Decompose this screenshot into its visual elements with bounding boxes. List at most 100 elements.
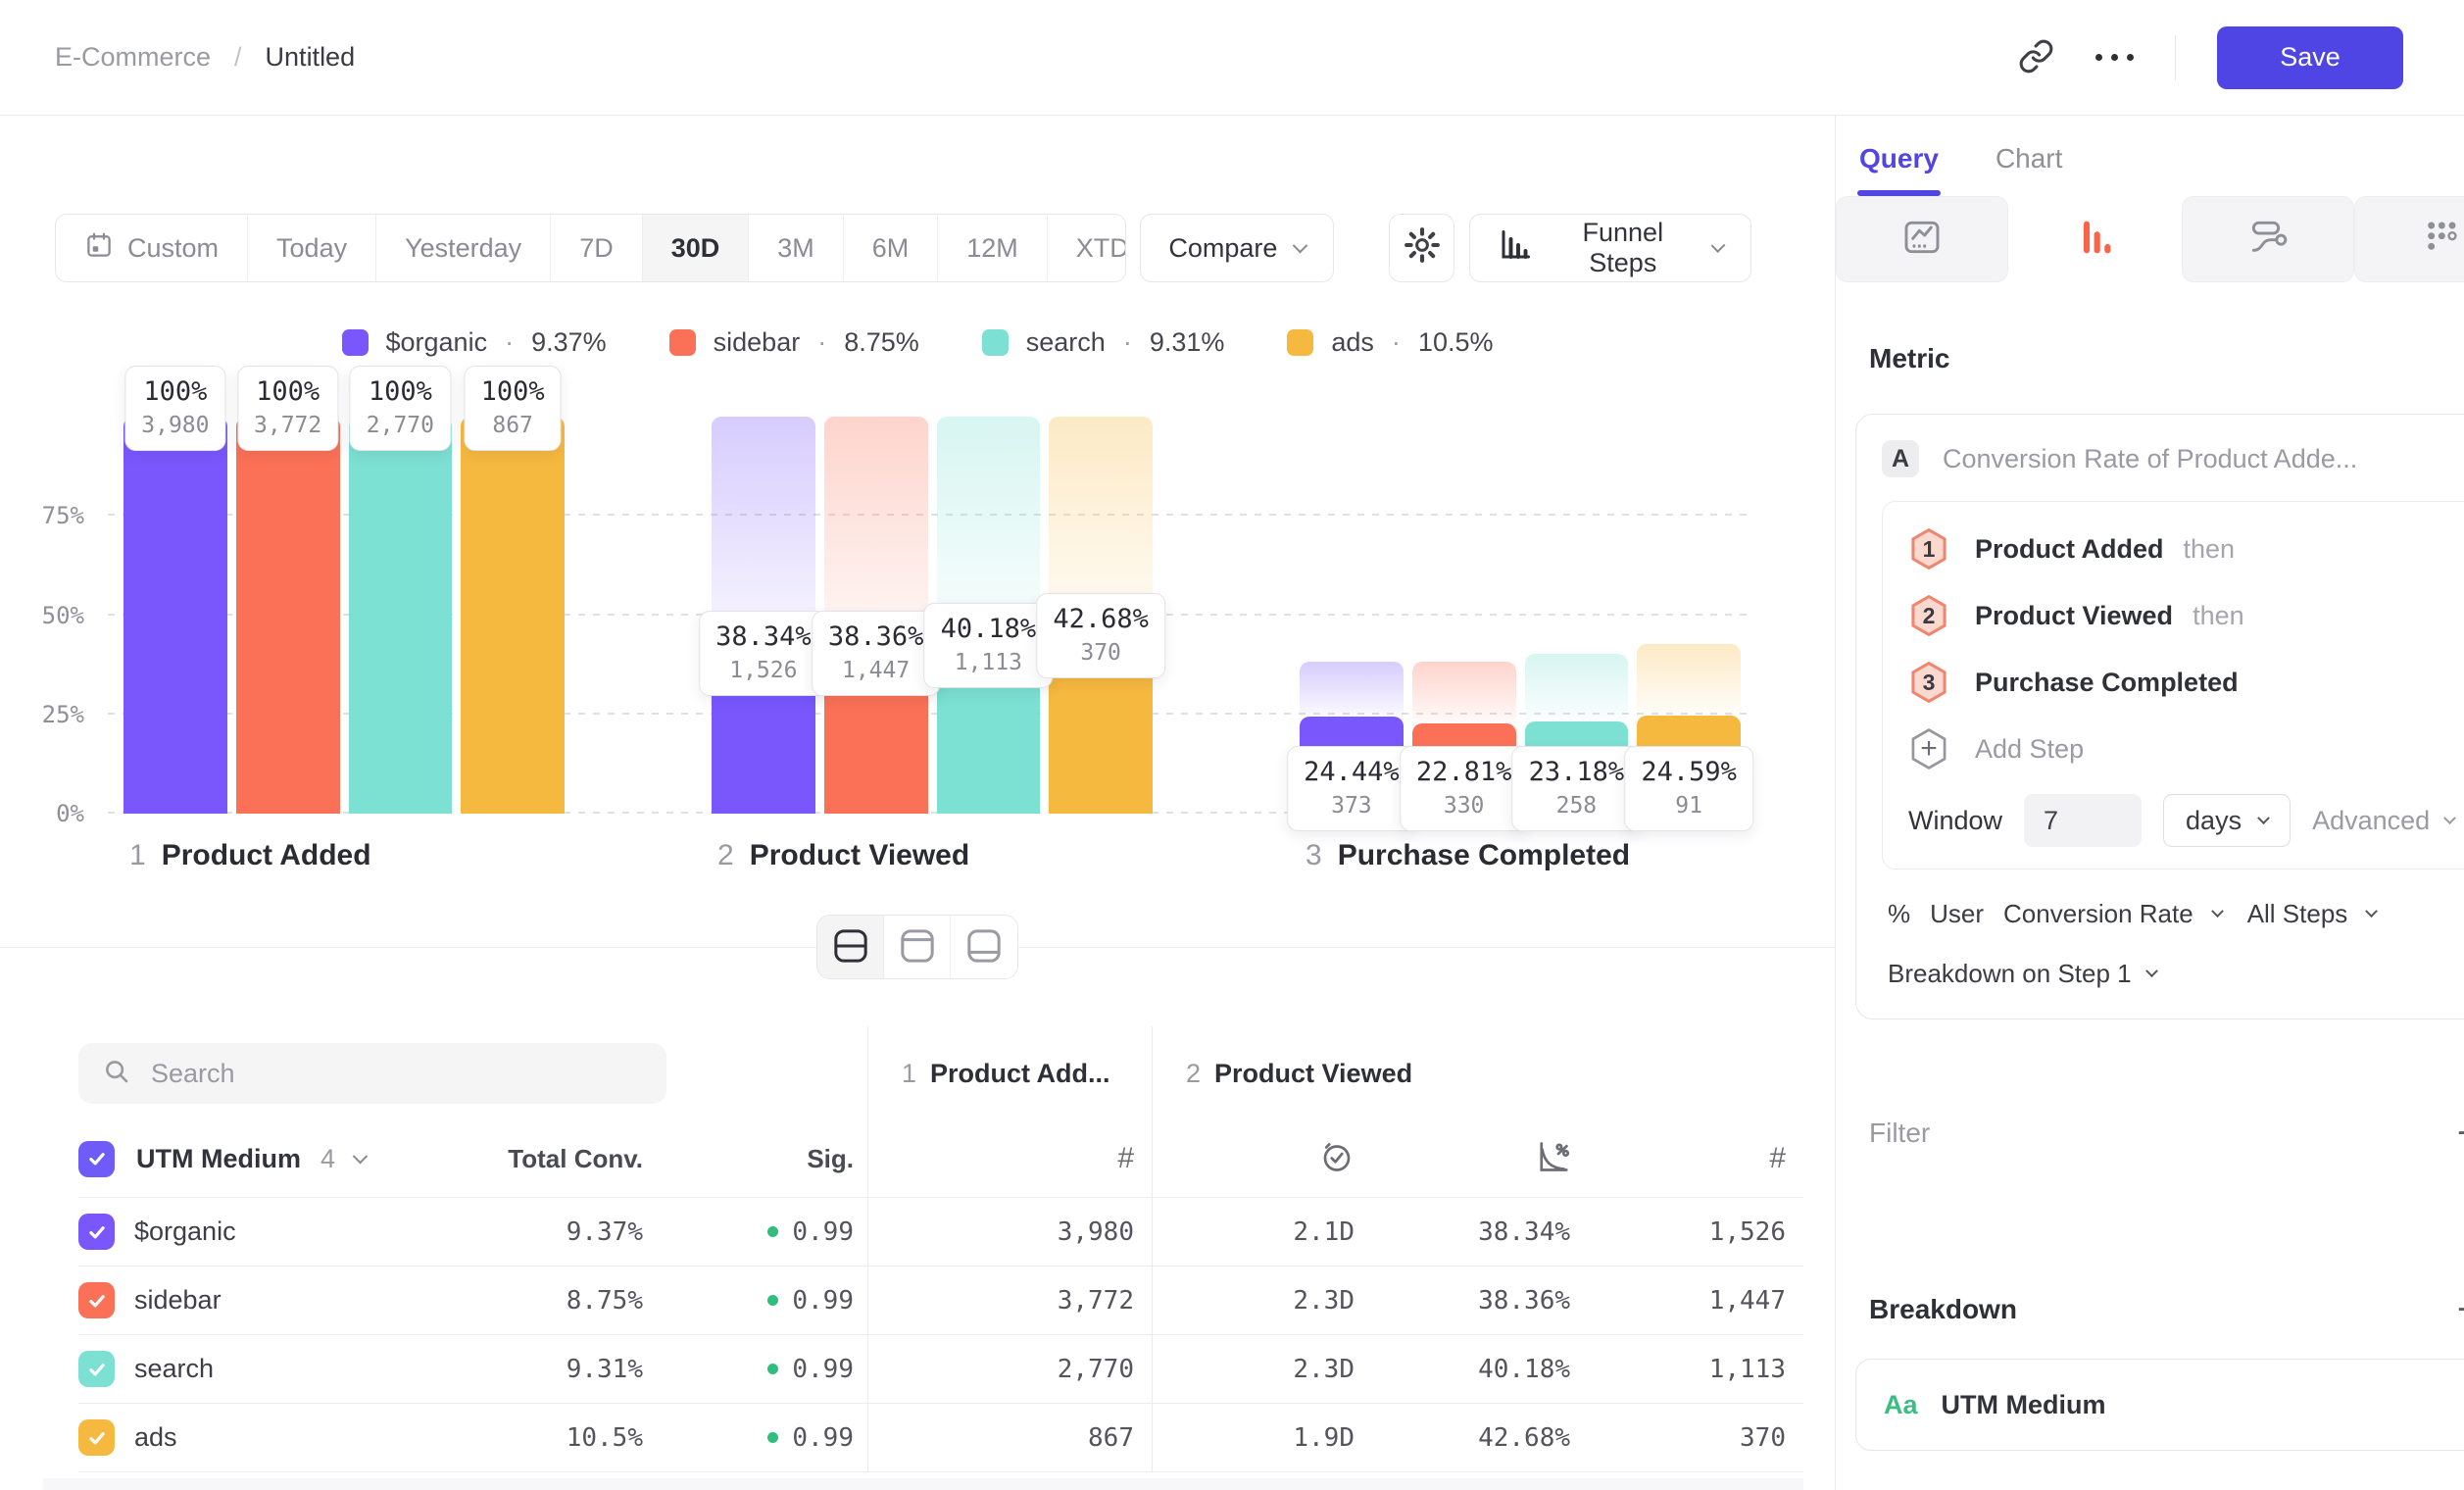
copy-link-button[interactable]	[2018, 38, 2054, 77]
chart-type-button[interactable]: Funnel Steps	[1469, 214, 1751, 282]
step-label-3: 3Purchase Completed	[1300, 839, 1741, 872]
bar-$organic-step1[interactable]	[123, 417, 227, 814]
legend-item-sidebar[interactable]: sidebar·8.75%	[669, 327, 919, 358]
add-step-button[interactable]: + Add Step	[1908, 716, 2454, 782]
advanced-toggle[interactable]: Advanced	[2312, 806, 2454, 836]
query-step-3[interactable]: 3Purchase Completed	[1908, 649, 2454, 716]
row-checkbox[interactable]	[78, 1214, 115, 1250]
bar-value-label: 100%3,772	[237, 366, 338, 451]
bar-ads-step1[interactable]	[461, 417, 565, 814]
range-custom-button[interactable]: Custom	[56, 215, 248, 281]
metric-cell: 38.36%	[1372, 1266, 1588, 1334]
type-tab-funnels[interactable]	[2008, 196, 2181, 282]
bar-count: 330	[1416, 793, 1512, 819]
range-xtd-button[interactable]: XTD	[1048, 215, 1127, 281]
range-12m-button[interactable]: 12M	[938, 215, 1048, 281]
layout-toggle	[816, 915, 1018, 979]
bar-pct: 100%	[367, 376, 434, 407]
layout-chart-only-button[interactable]	[884, 916, 951, 978]
metric-title-row[interactable]: A Conversion Rate of Product Adde...	[1882, 440, 2464, 477]
row-name: ads	[134, 1422, 177, 1453]
table-row-sidebar[interactable]: sidebar8.75%0.993,7722.3D38.36%1,447	[78, 1266, 1803, 1334]
bar-sidebar-step1[interactable]	[236, 417, 340, 814]
table-search[interactable]	[78, 1043, 666, 1104]
row-name: sidebar	[134, 1285, 222, 1316]
bar-count: 2,770	[367, 413, 434, 438]
table-row-ads[interactable]: ads10.5%0.998671.9D42.68%370	[78, 1403, 1803, 1471]
hash-icon[interactable]: #	[1769, 1142, 1786, 1175]
add-filter-button[interactable]: +	[2457, 1114, 2464, 1153]
step-label-1: 1Product Added	[123, 839, 565, 872]
range-3m-button[interactable]: 3M	[749, 215, 844, 281]
measure-entity[interactable]: User	[1930, 899, 1984, 929]
funnels-icon	[2071, 214, 2118, 266]
step-badge-number: 1	[1908, 527, 1949, 571]
bar-slot: 22.81%330	[1412, 377, 1516, 814]
chevron-down-icon	[2145, 965, 2158, 977]
sig-cell: 0.99	[657, 1335, 867, 1403]
bar-count: 1,526	[715, 658, 812, 683]
range-yesterday-button[interactable]: Yesterday	[376, 215, 551, 281]
measure-metric[interactable]: Conversion Rate	[2003, 899, 2193, 929]
layout-table-only-button[interactable]	[951, 916, 1017, 978]
chart-settings-button[interactable]	[1389, 214, 1454, 282]
range-30d-button[interactable]: 30D	[643, 215, 750, 281]
more-menu-button[interactable]	[2095, 54, 2134, 61]
sig-cell: 0.99	[657, 1198, 867, 1266]
window-value-input[interactable]	[2024, 794, 2142, 847]
add-breakdown-button[interactable]: +	[2457, 1290, 2464, 1329]
legend-item-ads[interactable]: ads·10.5%	[1287, 327, 1493, 358]
row-checkbox[interactable]	[78, 1282, 115, 1318]
insights-icon	[1898, 214, 1946, 266]
bar-slot: 38.34%1,526	[712, 377, 815, 814]
row-checkbox[interactable]	[78, 1351, 115, 1387]
gear-icon	[1404, 226, 1441, 271]
type-tab-flows[interactable]	[2182, 196, 2354, 282]
table-row-search[interactable]: search9.31%0.992,7702.3D40.18%1,113	[78, 1334, 1803, 1403]
link-icon	[2018, 38, 2054, 77]
bar-search-step1[interactable]	[349, 417, 453, 814]
save-button[interactable]: Save	[2217, 26, 2403, 89]
report-title[interactable]: Untitled	[266, 42, 356, 73]
table-scroll-strip[interactable]	[43, 1478, 1803, 1490]
chevron-down-icon[interactable]	[353, 1148, 369, 1164]
avg-time-icon[interactable]	[1319, 1139, 1355, 1179]
query-step-2[interactable]: 2Product Viewedthen	[1908, 582, 2454, 649]
conversion-rate-icon[interactable]	[1535, 1139, 1570, 1179]
hash-icon[interactable]: #	[1117, 1142, 1134, 1175]
range-6m-button[interactable]: 6M	[844, 215, 939, 281]
metric-cell: 2.1D	[1152, 1198, 1372, 1266]
legend-item-search[interactable]: search·9.31%	[982, 327, 1225, 358]
layout-split-view-button[interactable]	[817, 916, 884, 978]
breakdown-on-step[interactable]: Breakdown on Step 1	[1888, 959, 2464, 989]
step-name: Product Added	[162, 839, 371, 872]
range-7d-button[interactable]: 7D	[551, 215, 643, 281]
tab-chart[interactable]: Chart	[1996, 143, 2062, 196]
query-step-1[interactable]: 1Product Addedthen	[1908, 516, 2454, 582]
type-tab-insights[interactable]	[1836, 196, 2008, 282]
range-today-button[interactable]: Today	[248, 215, 376, 281]
breadcrumb-workspace[interactable]: E-Commerce	[55, 42, 211, 73]
window-row: Window days Advanced	[1908, 794, 2454, 847]
row-name: $organic	[134, 1217, 236, 1247]
step-badge-number: 2	[1908, 594, 1949, 637]
sig-cell: 0.99	[657, 1404, 867, 1471]
tab-query[interactable]: Query	[1859, 143, 1939, 196]
type-tab-retention[interactable]	[2354, 196, 2464, 282]
legend-item-organic[interactable]: $organic·9.37%	[342, 327, 607, 358]
compare-button[interactable]: Compare	[1140, 214, 1334, 282]
breakdown-item-utm-medium[interactable]: AaUTM Medium	[1855, 1359, 2464, 1451]
total-conv-cell: 10.5%	[431, 1404, 657, 1471]
row-checkbox[interactable]	[78, 1419, 115, 1456]
dimension-header: UTM Medium 4	[78, 1120, 431, 1197]
table-row-organic[interactable]: $organic9.37%0.993,9802.1D38.34%1,526	[78, 1197, 1803, 1266]
sig-header[interactable]: Sig.	[657, 1120, 867, 1197]
window-unit-select[interactable]: days	[2163, 794, 2291, 847]
select-all-checkbox[interactable]	[78, 1141, 115, 1177]
total-conv-header[interactable]: Total Conv.	[431, 1120, 657, 1197]
breakdown-table: 1 Product Add... 2 Product Viewed UTM Me…	[0, 1026, 1835, 1472]
measure-steps-scope[interactable]: All Steps	[2247, 899, 2348, 929]
metric-cell: 867	[867, 1404, 1152, 1471]
bar-slot: 38.36%1,447	[824, 377, 928, 814]
search-input[interactable]	[151, 1059, 621, 1089]
